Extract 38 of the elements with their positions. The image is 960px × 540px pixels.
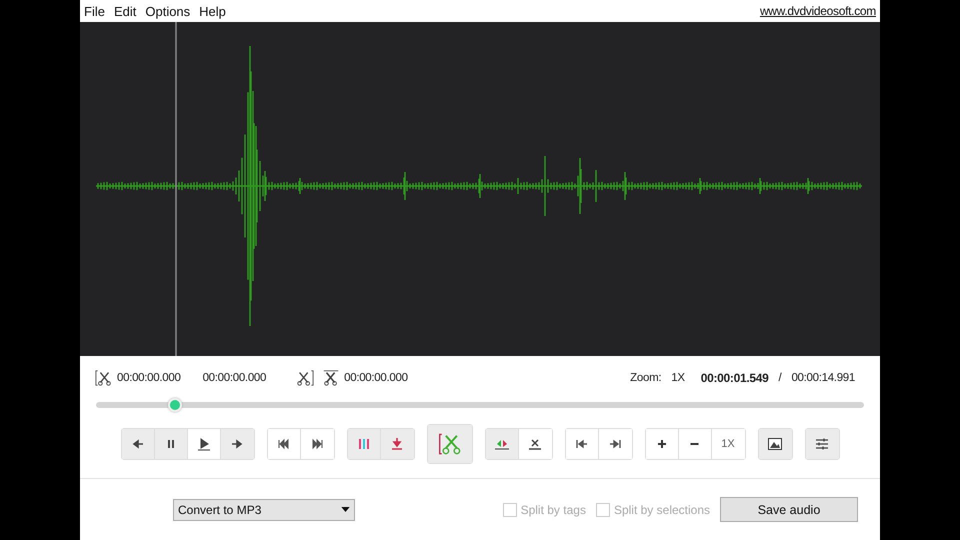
menu-item[interactable]: Help bbox=[199, 4, 226, 18]
checkbox-label: Split by tags bbox=[520, 502, 586, 516]
go-start-button[interactable] bbox=[566, 429, 598, 459]
scissors-icon bbox=[438, 433, 460, 455]
download-icon bbox=[389, 436, 405, 452]
menu-item[interactable]: Edit bbox=[114, 4, 136, 18]
zoom-value: 1X bbox=[671, 372, 685, 384]
back-button[interactable] bbox=[122, 429, 154, 459]
end-time: 00:00:00.000 bbox=[202, 372, 266, 384]
start-time: 00:00:00.000 bbox=[117, 372, 181, 384]
skip-back-icon bbox=[276, 436, 292, 452]
save-audio-button[interactable]: Save audio bbox=[720, 497, 858, 522]
zoom-in-button[interactable] bbox=[646, 429, 678, 459]
scissors-icon[interactable] bbox=[322, 369, 340, 387]
time-separator: / bbox=[778, 372, 782, 384]
split-button[interactable] bbox=[348, 429, 380, 459]
download-button[interactable] bbox=[380, 429, 414, 459]
duration-time: 00:00:00.000 bbox=[344, 372, 408, 384]
forward-button[interactable] bbox=[220, 429, 254, 459]
checkbox-label: Split by selections bbox=[614, 502, 710, 516]
play-icon bbox=[196, 436, 212, 452]
marker-button[interactable] bbox=[486, 429, 518, 459]
skip-back-button[interactable] bbox=[268, 429, 300, 459]
sliders-icon bbox=[814, 436, 830, 452]
current-time: 00:00:01.549 bbox=[700, 371, 769, 385]
format-dropdown[interactable]: Convert to MP3 bbox=[173, 498, 355, 520]
cut-start-icon[interactable] bbox=[95, 369, 113, 387]
caret-icon bbox=[341, 507, 350, 512]
website-link[interactable]: www.dvdvideosoft.com bbox=[760, 4, 876, 18]
image-icon bbox=[767, 436, 783, 452]
slider-thumb[interactable] bbox=[168, 398, 182, 412]
zoom-label: Zoom: bbox=[630, 372, 662, 384]
cut-end-icon[interactable] bbox=[296, 369, 314, 387]
menu-item[interactable]: Options bbox=[145, 4, 190, 18]
minus-icon bbox=[690, 443, 699, 445]
menu-item[interactable]: File bbox=[84, 4, 105, 18]
total-time: 00:00:14.991 bbox=[791, 372, 855, 384]
pause-button[interactable] bbox=[154, 429, 188, 459]
